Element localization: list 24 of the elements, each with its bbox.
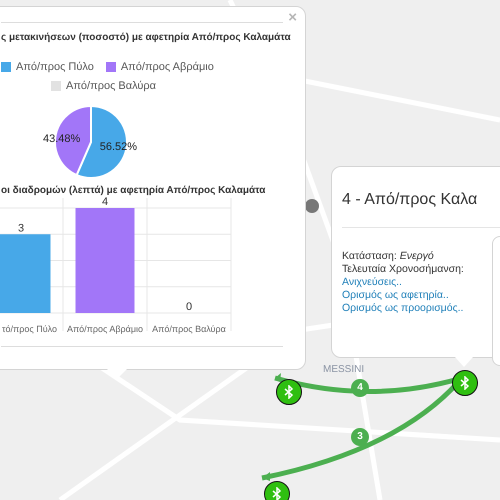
- bluetooth-marker-icon[interactable]: [276, 379, 302, 405]
- bar-value-label: 3: [18, 222, 24, 234]
- map-marker: [305, 199, 319, 213]
- station-title: 4 - Από/προς Καλα: [342, 191, 478, 209]
- status-text: Τελευταία Χρονοσήμανση:: [342, 263, 464, 276]
- route-count-badge: 3: [351, 428, 369, 446]
- place-label: MESSINI: [323, 364, 364, 375]
- bar-value-label: 4: [102, 196, 108, 208]
- bluetooth-marker-icon[interactable]: [264, 481, 290, 500]
- category-label: Από/προς Αβράμιο: [66, 324, 144, 334]
- legend-label[interactable]: Από/προς Αβράμιο: [120, 61, 214, 73]
- chart-title: οι διαδρομών (λεπτά) με αφετηρία Από/προς Καλαμάτα: [1, 185, 266, 196]
- popup-link[interactable]: Ανιχνεύσεις..: [342, 276, 402, 289]
- chart-title: ς μετακινήσεων (ποσοστό) με αφετηρία Από/προς Καλαμάτα: [1, 32, 292, 43]
- status-text: Κατάσταση: Ενεργό: [342, 250, 434, 263]
- category-label: τό/προς Πύλο: [2, 324, 58, 334]
- popup-link[interactable]: Ορισμός ως αφετηρία..: [342, 289, 449, 302]
- legend-label[interactable]: Από/προς Βαλύρα: [66, 80, 156, 92]
- category-label: Από/προς Βαλύρα: [152, 324, 226, 334]
- bluetooth-marker-icon[interactable]: [452, 370, 478, 396]
- route-count-badge: 4: [351, 379, 369, 397]
- bar-value-label: 0: [186, 301, 192, 313]
- legend-label[interactable]: Από/προς Πύλο: [16, 61, 94, 73]
- popup-link[interactable]: Ορισμός ως προορισμός..: [342, 302, 464, 315]
